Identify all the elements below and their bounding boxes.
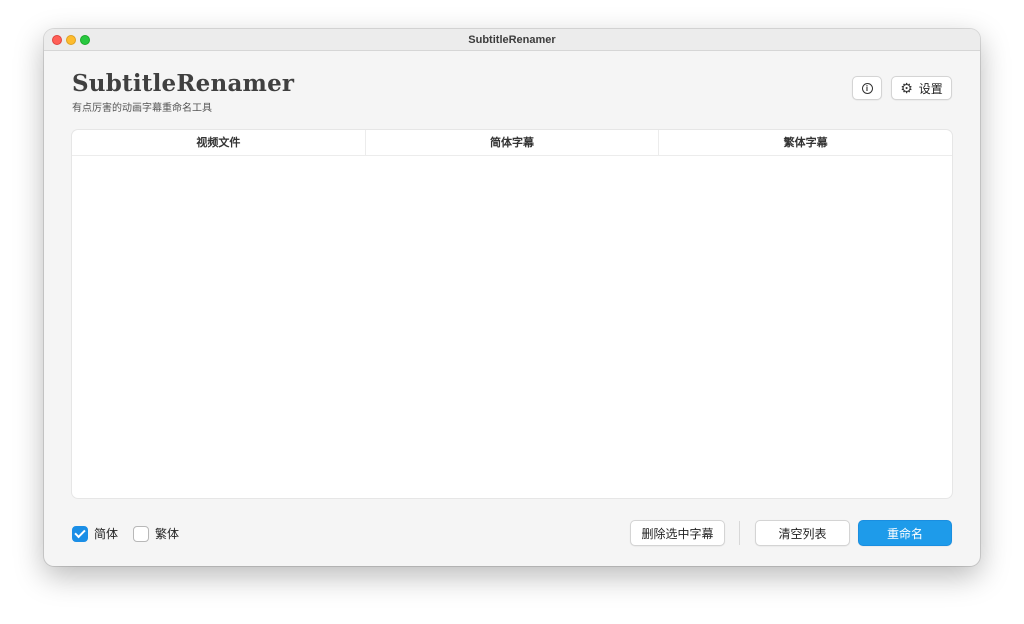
table-header: 视频文件 简体字幕 繁体字幕 (72, 130, 952, 156)
simplified-checkbox-label: 简体 (94, 527, 119, 541)
subtitle-table[interactable]: 视频文件 简体字幕 繁体字幕 (72, 130, 952, 498)
simplified-checkbox[interactable]: 简体 (72, 525, 118, 542)
app-title: SubtitleRenamer (72, 70, 295, 97)
traditional-checkbox[interactable]: 繁体 (133, 525, 179, 542)
delete-selected-subtitles-button[interactable]: 删除选中字幕 (630, 520, 725, 546)
window-title: SubtitleRenamer (468, 34, 556, 46)
settings-button[interactable]: ⚙ 设置 (891, 76, 952, 100)
checkbox-checked[interactable] (72, 525, 88, 542)
clear-list-button[interactable]: 清空列表 (755, 520, 850, 546)
app-subtitle: 有点厉害的动画字幕重命名工具 (72, 103, 212, 114)
column-header-traditional-subtitle[interactable]: 繁体字幕 (659, 130, 952, 155)
table-body[interactable] (72, 156, 952, 498)
bottom-toolbar: 简体 繁体 删除选中字幕 清空列表 重命名 (72, 520, 952, 546)
settings-label: 设置 (918, 81, 943, 96)
column-header-simplified-subtitle[interactable]: 简体字幕 (366, 130, 660, 155)
info-button[interactable]: i (852, 76, 882, 100)
checkmark-icon (74, 526, 86, 538)
title-bar[interactable]: SubtitleRenamer (44, 29, 980, 51)
gear-icon: ⚙ (900, 80, 913, 96)
app-window: SubtitleRenamer SubtitleRenamer 有点厉害的动画字… (44, 29, 980, 566)
toolbar-divider (739, 521, 740, 545)
checkbox-unchecked[interactable] (133, 525, 149, 542)
rename-button[interactable]: 重命名 (858, 520, 952, 546)
column-header-video-file[interactable]: 视频文件 (72, 130, 366, 155)
traditional-checkbox-label: 繁体 (155, 527, 180, 541)
info-icon: i (861, 82, 873, 94)
